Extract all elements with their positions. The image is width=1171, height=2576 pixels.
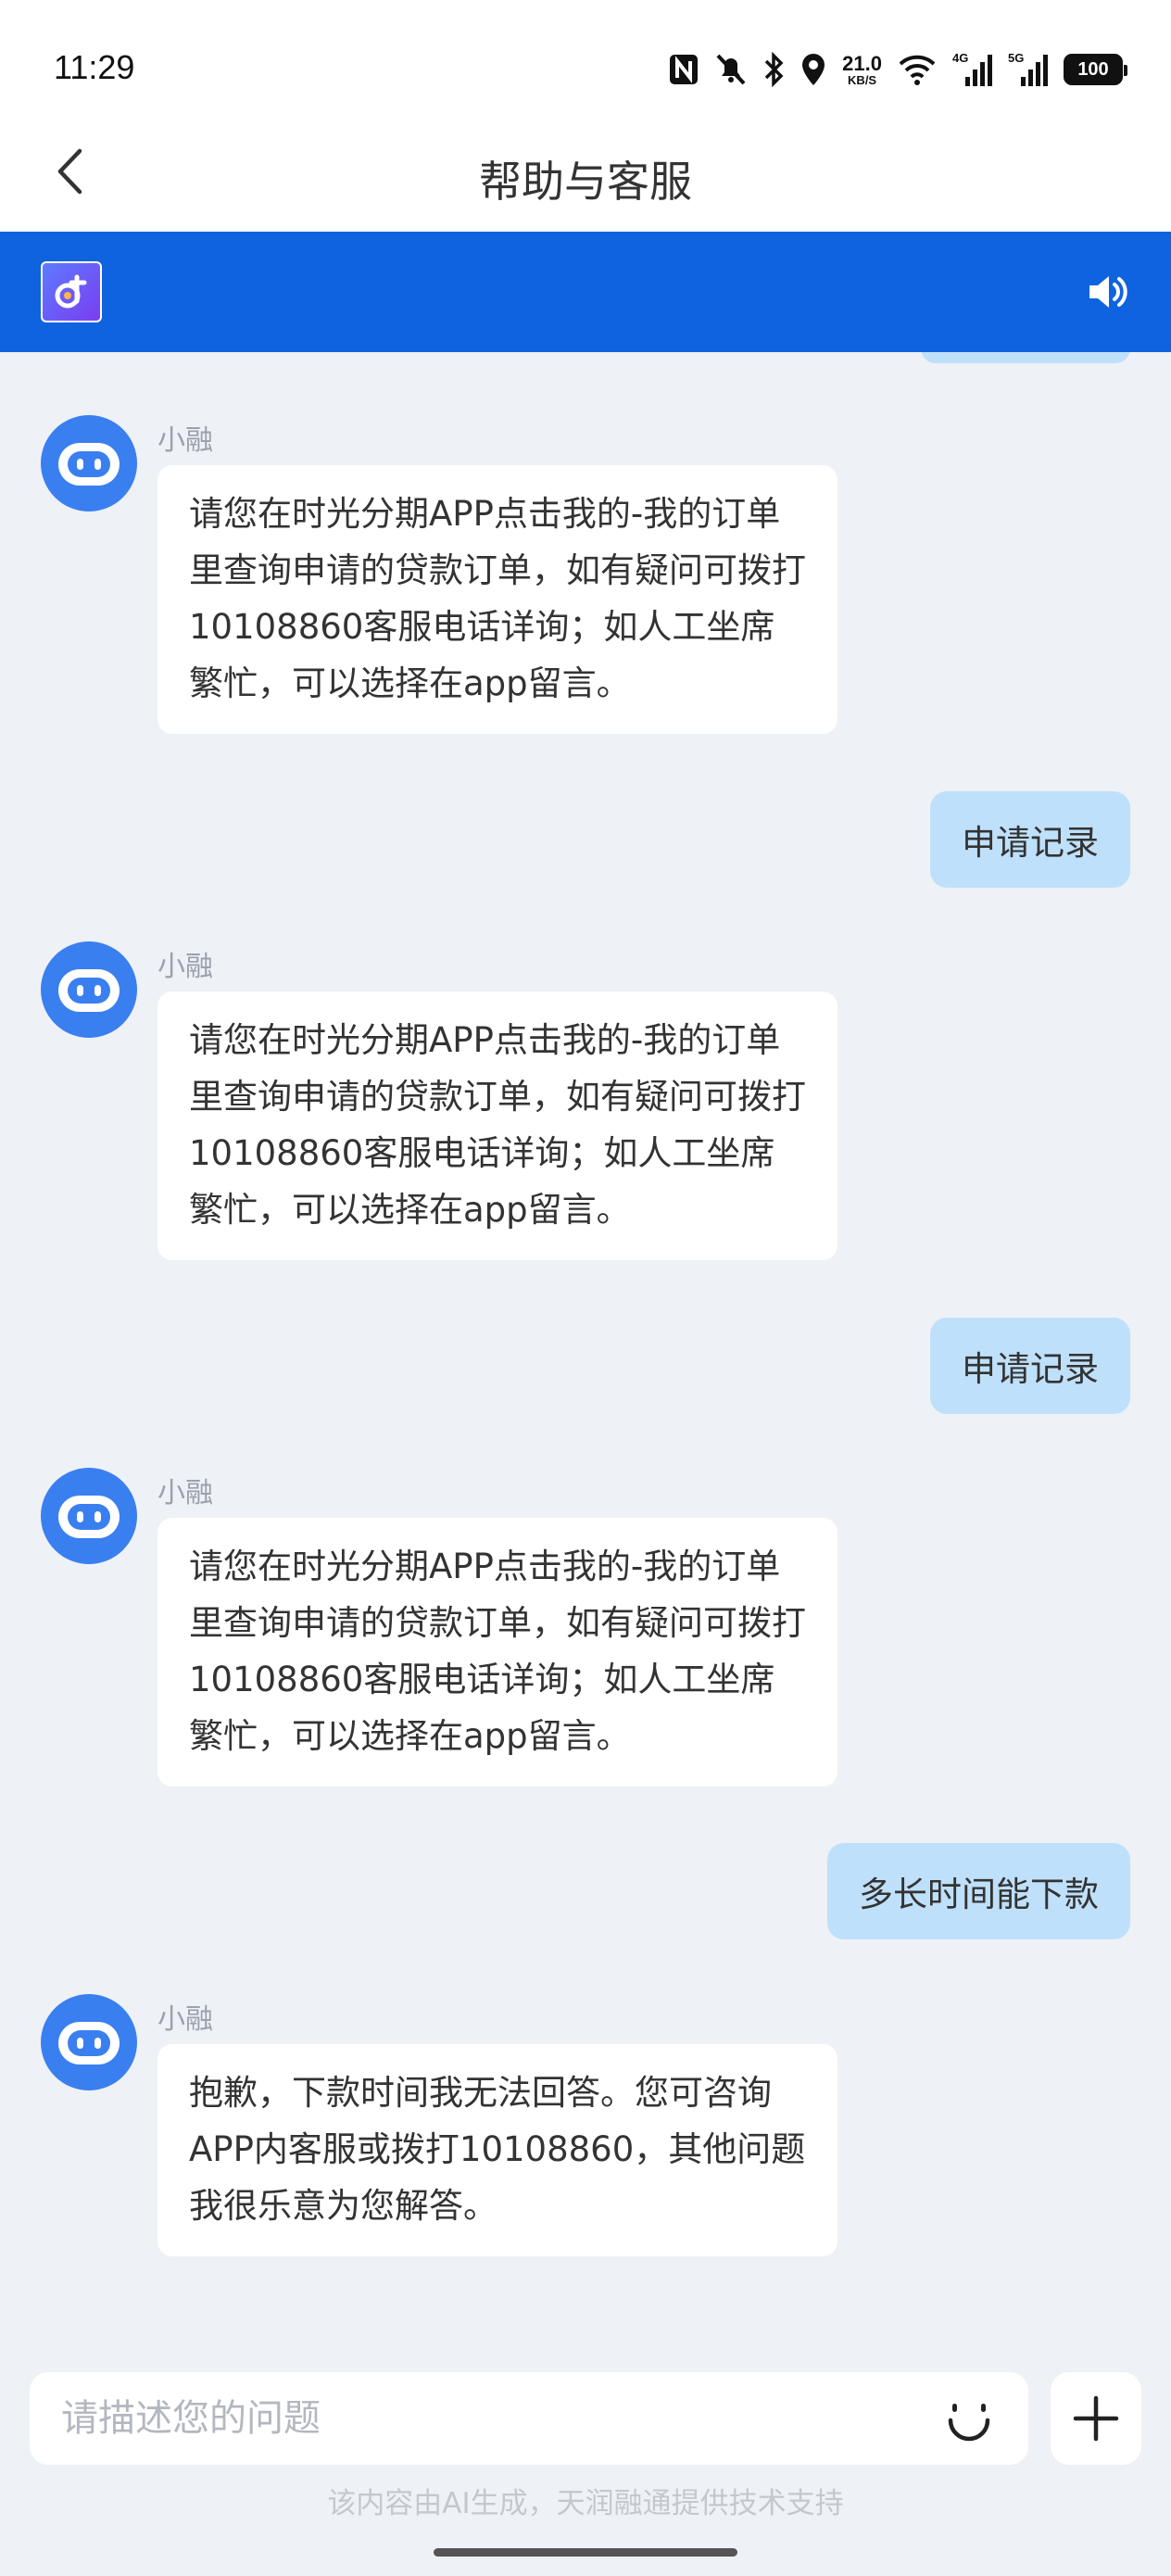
ai-disclaimer: 该内容由AI生成，天润融通提供技术支持 (327, 2487, 844, 2520)
robot-icon (58, 443, 120, 486)
bot-name: 小融 (157, 2003, 213, 2036)
signal-5g-label: 5G (1008, 51, 1024, 65)
wifi-icon (897, 53, 938, 86)
user-message: 申请记录 (930, 791, 1130, 888)
nav-bar: 帮助与客服 (0, 111, 1171, 232)
bot-name: 小融 (157, 951, 213, 983)
status-icons: 21.0 KB/S 4G 5G 100 (668, 48, 1127, 91)
emoji-button[interactable] (945, 2394, 993, 2443)
chat-header (0, 232, 1171, 352)
page-title: 帮助与客服 (479, 157, 692, 207)
bot-avatar (41, 1468, 137, 1564)
bot-message-text: 抱歉，下款时间我无法回答。您可咨询APP内客服或拨打10108860，其他问题我… (157, 2044, 837, 2256)
status-time: 11:29 (54, 48, 135, 86)
robot-icon (58, 1496, 120, 1538)
bot-avatar (41, 1994, 137, 2090)
bot-name: 小融 (157, 424, 213, 457)
signal-4g-icon: 4G (952, 51, 993, 88)
nfc-icon (668, 53, 699, 86)
home-indicator[interactable] (434, 2548, 737, 2557)
plus-icon (1073, 2395, 1119, 2442)
message-input-bar (30, 2372, 1028, 2465)
net-speed: 21.0 KB/S (842, 51, 882, 87)
robot-icon (58, 2022, 120, 2065)
speaker-button[interactable] (1082, 269, 1134, 315)
bot-avatar (41, 415, 137, 511)
chat-area[interactable]: 小融 请您在时光分期APP点击我的-我的订单里查询申请的贷款订单，如有疑问可拨打… (0, 352, 1171, 2363)
previous-user-bubble (921, 352, 1130, 363)
smiley-icon (948, 2404, 990, 2442)
add-attachment-button[interactable] (1051, 2372, 1141, 2465)
battery-indicator: 100 (1064, 54, 1127, 85)
speaker-icon (1089, 276, 1127, 308)
bot-message-text: 请您在时光分期APP点击我的-我的订单里查询申请的贷款订单，如有疑问可拨打101… (157, 465, 837, 734)
bot-message-text: 请您在时光分期APP点击我的-我的订单里查询申请的贷款订单，如有疑问可拨打101… (157, 1518, 837, 1787)
user-message: 申请记录 (930, 1318, 1130, 1414)
signal-5g-icon: 5G (1008, 51, 1049, 88)
net-speed-value: 21.0 (842, 51, 882, 75)
bot-name: 小融 (157, 1477, 213, 1509)
app-logo (41, 261, 102, 322)
signal-4g-label: 4G (952, 51, 968, 65)
bot-avatar (41, 941, 137, 1038)
message-input[interactable] (61, 2372, 895, 2465)
logo-icon (55, 274, 87, 309)
bot-message-text: 请您在时光分期APP点击我的-我的订单里查询申请的贷款订单，如有疑问可拨打101… (157, 991, 837, 1260)
robot-icon (58, 969, 120, 1012)
mute-bell-icon (714, 52, 748, 87)
user-message: 多长时间能下款 (827, 1843, 1130, 1939)
bluetooth-icon (762, 52, 785, 87)
location-icon (800, 52, 827, 87)
net-speed-unit: KB/S (848, 72, 877, 87)
